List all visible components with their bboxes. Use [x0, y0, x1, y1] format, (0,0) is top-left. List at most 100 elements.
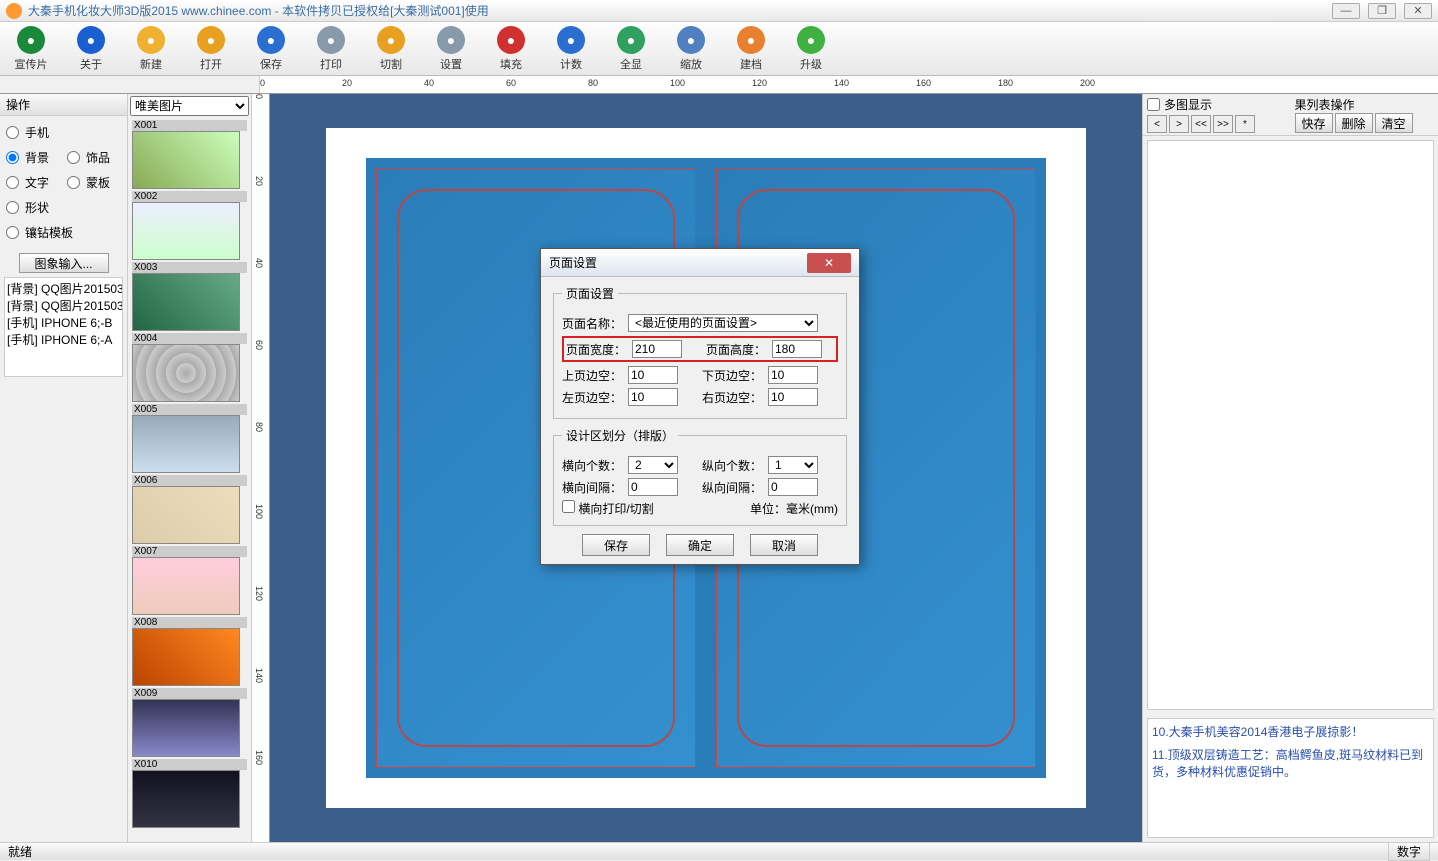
hgap-input[interactable] — [628, 478, 678, 496]
thumbnail-X002[interactable]: X002 — [132, 191, 247, 260]
thumbnail-X010[interactable]: X010 — [132, 759, 247, 828]
radio-background[interactable] — [6, 151, 19, 164]
result-list[interactable] — [1147, 140, 1434, 710]
toolbar-打印[interactable]: ●打印 — [310, 26, 352, 72]
bottom-margin-input[interactable] — [768, 366, 818, 384]
dialog-ok-button[interactable]: 确定 — [666, 534, 734, 556]
right-margin-label: 右页边空： — [702, 389, 762, 406]
status-right: 数字 — [1388, 842, 1430, 861]
radio-diamond[interactable] — [6, 226, 19, 239]
quick-save-button[interactable]: 快存 — [1295, 113, 1333, 133]
status-left: 就绪 — [8, 843, 32, 860]
hcount-select[interactable]: 2 — [628, 456, 678, 474]
thumbnail-X009[interactable]: X009 — [132, 688, 247, 757]
delete-button[interactable]: 删除 — [1335, 113, 1373, 133]
hprint-checkbox[interactable] — [562, 500, 575, 513]
toolbar-计数[interactable]: ●计数 — [550, 26, 592, 72]
dialog-title-bar[interactable]: 页面设置 ✕ — [541, 249, 859, 277]
minimize-button[interactable]: — — [1332, 3, 1360, 19]
left-margin-input[interactable] — [628, 388, 678, 406]
page-height-input[interactable] — [772, 340, 822, 358]
nav-all[interactable]: * — [1235, 115, 1255, 133]
multi-display-checkbox[interactable] — [1147, 98, 1160, 111]
category-radios: 手机 背景 饰品 文字 蒙板 形状 镶钻模板 — [0, 116, 127, 249]
layer-item[interactable]: [手机] IPHONE 6;-A — [7, 331, 120, 348]
toolbar-新建[interactable]: ●新建 — [130, 26, 172, 72]
dialog-cancel-button[interactable]: 取消 — [750, 534, 818, 556]
toolbar-保存[interactable]: ●保存 — [250, 26, 292, 72]
page-name-select[interactable]: <最近使用的页面设置> — [628, 314, 818, 332]
nav-last[interactable]: >> — [1213, 115, 1233, 133]
image-input-button[interactable]: 图象输入... — [19, 253, 109, 273]
news-item-2: 11.顶级双层铸造工艺：高档鳄鱼皮,斑马纹材料已到货，多种材料优惠促销中。 — [1152, 746, 1429, 780]
thumbnail-X004[interactable]: X004 — [132, 333, 247, 402]
dimensions-highlight: 页面宽度： 页面高度： — [562, 336, 838, 362]
dialog-close-button[interactable]: ✕ — [807, 253, 851, 273]
radio-ornament[interactable] — [67, 151, 80, 164]
thumbnail-X005[interactable]: X005 — [132, 404, 247, 473]
radio-mask-label: 蒙板 — [86, 174, 110, 191]
radio-phone[interactable] — [6, 126, 19, 139]
toolbar-切割[interactable]: ●切割 — [370, 26, 412, 72]
thumbnail-scroll[interactable]: X001X002X003X004X005X006X007X008X009X010 — [128, 118, 251, 842]
dialog-body: 页面设置 页面名称： <最近使用的页面设置> 页面宽度： 页面高度： 上页边空：… — [541, 277, 859, 564]
thumbnail-category-select[interactable]: 唯美图片 — [130, 96, 249, 116]
toolbar-缩放[interactable]: ●缩放 — [670, 26, 712, 72]
thumbnail-X001[interactable]: X001 — [132, 120, 247, 189]
maximize-button[interactable]: ❐ — [1368, 3, 1396, 19]
horizontal-ruler: 020406080100120140160180200 — [260, 76, 1438, 93]
toolbar-设置[interactable]: ●设置 — [430, 26, 472, 72]
nav-prev[interactable]: < — [1147, 115, 1167, 133]
toolbar-填充[interactable]: ●填充 — [490, 26, 532, 72]
toolbar-升级[interactable]: ●升级 — [790, 26, 832, 72]
layer-list[interactable]: [背景] QQ图片20150313[背景] QQ图片20150313[手机] I… — [4, 277, 123, 377]
nav-next[interactable]: > — [1169, 115, 1189, 133]
toolbar-关于[interactable]: ●关于 — [70, 26, 112, 72]
page-width-input[interactable] — [632, 340, 682, 358]
top-margin-input[interactable] — [628, 366, 678, 384]
main-toolbar: ●宣传片 ●关于 ●新建 ●打开 ●保存 ●打印 ●切割 ●设置 ●填充 ●计数 ●全显 ●缩放 ●建档… — [0, 22, 1438, 76]
window-title: 大秦手机化妆大师3D版2015 www.chinee.com - 本软件拷贝已授… — [28, 2, 1332, 19]
layout-legend: 设计区划分（排版） — [562, 427, 678, 444]
thumbnail-X006[interactable]: X006 — [132, 475, 247, 544]
thumbnail-X003[interactable]: X003 — [132, 262, 247, 331]
dialog-save-button[interactable]: 保存 — [582, 534, 650, 556]
ruler-corner — [0, 76, 260, 93]
right-panel: 多图显示 < > << >> * 果列表操作 快存 删除 清空 10 — [1142, 94, 1438, 842]
hprint-label: 横向打印/切割 — [578, 502, 653, 516]
layer-item[interactable]: [手机] IPHONE 6;-B — [7, 314, 120, 331]
toolbar-打开[interactable]: ●打开 — [190, 26, 232, 72]
clear-button[interactable]: 清空 — [1375, 113, 1413, 133]
radio-phone-label: 手机 — [25, 124, 49, 141]
operations-panel: 操作 手机 背景 饰品 文字 蒙板 形状 镶钻模板 图象输入... [背景] Q… — [0, 94, 128, 842]
vcount-label: 纵向个数： — [702, 457, 762, 474]
status-bar: 就绪 数字 — [0, 842, 1438, 860]
vcount-select[interactable]: 1 — [768, 456, 818, 474]
layer-item[interactable]: [背景] QQ图片20150313 — [7, 280, 120, 297]
left-margin-label: 左页边空： — [562, 389, 622, 406]
close-button[interactable]: ✕ — [1404, 3, 1432, 19]
news-item-1: 10.大秦手机美容2014香港电子展掠影！ — [1152, 723, 1429, 740]
result-ops-label: 果列表操作 — [1295, 96, 1435, 113]
radio-shape[interactable] — [6, 201, 19, 214]
toolbar-宣传片[interactable]: ●宣传片 — [10, 26, 52, 72]
radio-text[interactable] — [6, 176, 19, 189]
page-settings-group: 页面设置 页面名称： <最近使用的页面设置> 页面宽度： 页面高度： 上页边空：… — [553, 285, 847, 419]
hcount-label: 横向个数： — [562, 457, 622, 474]
page-width-label: 页面宽度： — [566, 341, 626, 358]
thumbnail-X007[interactable]: X007 — [132, 546, 247, 615]
right-margin-input[interactable] — [768, 388, 818, 406]
multi-display-label: 多图显示 — [1164, 96, 1212, 113]
window-controls: — ❐ ✕ — [1332, 3, 1432, 19]
layer-item[interactable]: [背景] QQ图片20150313 — [7, 297, 120, 314]
page-settings-dialog: 页面设置 ✕ 页面设置 页面名称： <最近使用的页面设置> 页面宽度： 页面高度… — [540, 248, 860, 565]
vgap-input[interactable] — [768, 478, 818, 496]
operations-title: 操作 — [0, 94, 127, 116]
nav-first[interactable]: << — [1191, 115, 1211, 133]
radio-diamond-label: 镶钻模板 — [25, 224, 73, 241]
toolbar-建档[interactable]: ●建档 — [730, 26, 772, 72]
toolbar-全显[interactable]: ●全显 — [610, 26, 652, 72]
radio-mask[interactable] — [67, 176, 80, 189]
thumbnail-X008[interactable]: X008 — [132, 617, 247, 686]
bottom-margin-label: 下页边空： — [702, 367, 762, 384]
